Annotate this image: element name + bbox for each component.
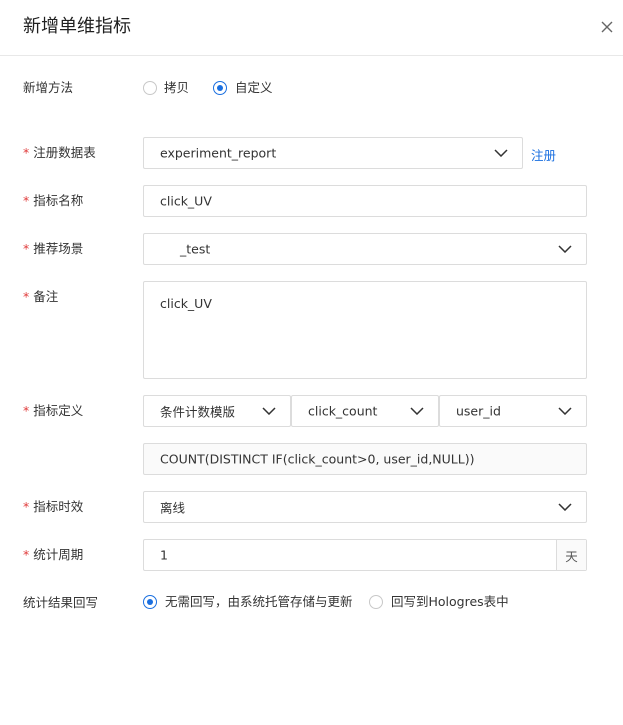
template-select[interactable]: 条件计数模版 <box>143 395 291 427</box>
remark-textarea[interactable]: click_UV <box>143 281 587 379</box>
radio-hologres-writeback[interactable] <box>369 595 383 609</box>
radio-no-writeback[interactable] <box>143 595 157 609</box>
period-value: 1 <box>160 547 168 563</box>
definition-label: * 指标定义 <box>23 403 84 418</box>
radio-copy-label: 拷贝 <box>164 80 190 95</box>
definition-label-text: 指标定义 <box>33 403 84 418</box>
dialog-header: 新增单维指标 <box>0 0 623 56</box>
table-select-value: experiment_report <box>160 145 277 161</box>
scene-label: * 推荐场景 <box>23 241 84 256</box>
dialog-title: 新增单维指标 <box>23 16 131 37</box>
radio-no-writeback-label: 无需回写，由系统托管存储与更新 <box>165 594 353 609</box>
scene-select-value: _test <box>180 241 211 257</box>
table-select[interactable]: experiment_report <box>143 137 523 169</box>
chevron-down-icon <box>410 407 424 415</box>
metric-name-input[interactable]: click_UV <box>143 185 587 217</box>
table-label-text: 注册数据表 <box>33 145 96 160</box>
template-select-value: 条件计数模版 <box>160 404 236 420</box>
period-input[interactable]: 1 天 <box>143 539 587 571</box>
timeliness-label-text: 指标时效 <box>33 499 84 514</box>
expression-value: COUNT(DISTINCT IF(click_count>0, user_id… <box>160 451 475 467</box>
scene-select[interactable]: _test <box>143 233 587 265</box>
remark-label: * 备注 <box>23 289 59 304</box>
period-label-text: 统计周期 <box>33 547 84 562</box>
add-metric-dialog: 新增单维指标 新增方法 拷贝 自定义 * 注册数据表 experiment_rep… <box>0 0 623 725</box>
remark-label-text: 备注 <box>33 289 59 304</box>
expression-input[interactable]: COUNT(DISTINCT IF(click_count>0, user_id… <box>143 443 587 475</box>
writeback-label: 统计结果回写 <box>23 595 99 610</box>
metric-name-label-text: 指标名称 <box>33 193 84 208</box>
close-icon[interactable] <box>598 18 616 36</box>
id-field-value: user_id <box>456 403 501 419</box>
chevron-down-icon <box>558 245 572 253</box>
table-label: * 注册数据表 <box>23 145 96 160</box>
chevron-down-icon <box>558 407 572 415</box>
scene-label-text: 推荐场景 <box>33 241 84 256</box>
chevron-down-icon <box>494 149 508 157</box>
period-label: * 统计周期 <box>23 547 84 562</box>
radio-custom[interactable] <box>213 81 227 95</box>
timeliness-label: * 指标时效 <box>23 499 84 514</box>
chevron-down-icon <box>262 407 276 415</box>
count-field-value: click_count <box>308 403 378 419</box>
register-link[interactable]: 注册 <box>531 145 556 164</box>
id-field-select[interactable]: user_id <box>439 395 587 427</box>
timeliness-select[interactable]: 离线 <box>143 491 587 523</box>
remark-value: click_UV <box>160 296 212 311</box>
period-unit: 天 <box>556 540 586 570</box>
metric-name-label: * 指标名称 <box>23 193 84 208</box>
metric-name-value: click_UV <box>160 193 212 209</box>
chevron-down-icon <box>558 503 572 511</box>
radio-hologres-writeback-label: 回写到Hologres表中 <box>391 594 509 609</box>
timeliness-select-value: 离线 <box>160 500 186 516</box>
count-field-select[interactable]: click_count <box>291 395 439 427</box>
radio-copy[interactable] <box>143 81 157 95</box>
radio-custom-label: 自定义 <box>235 80 273 95</box>
method-label: 新增方法 <box>23 80 74 95</box>
